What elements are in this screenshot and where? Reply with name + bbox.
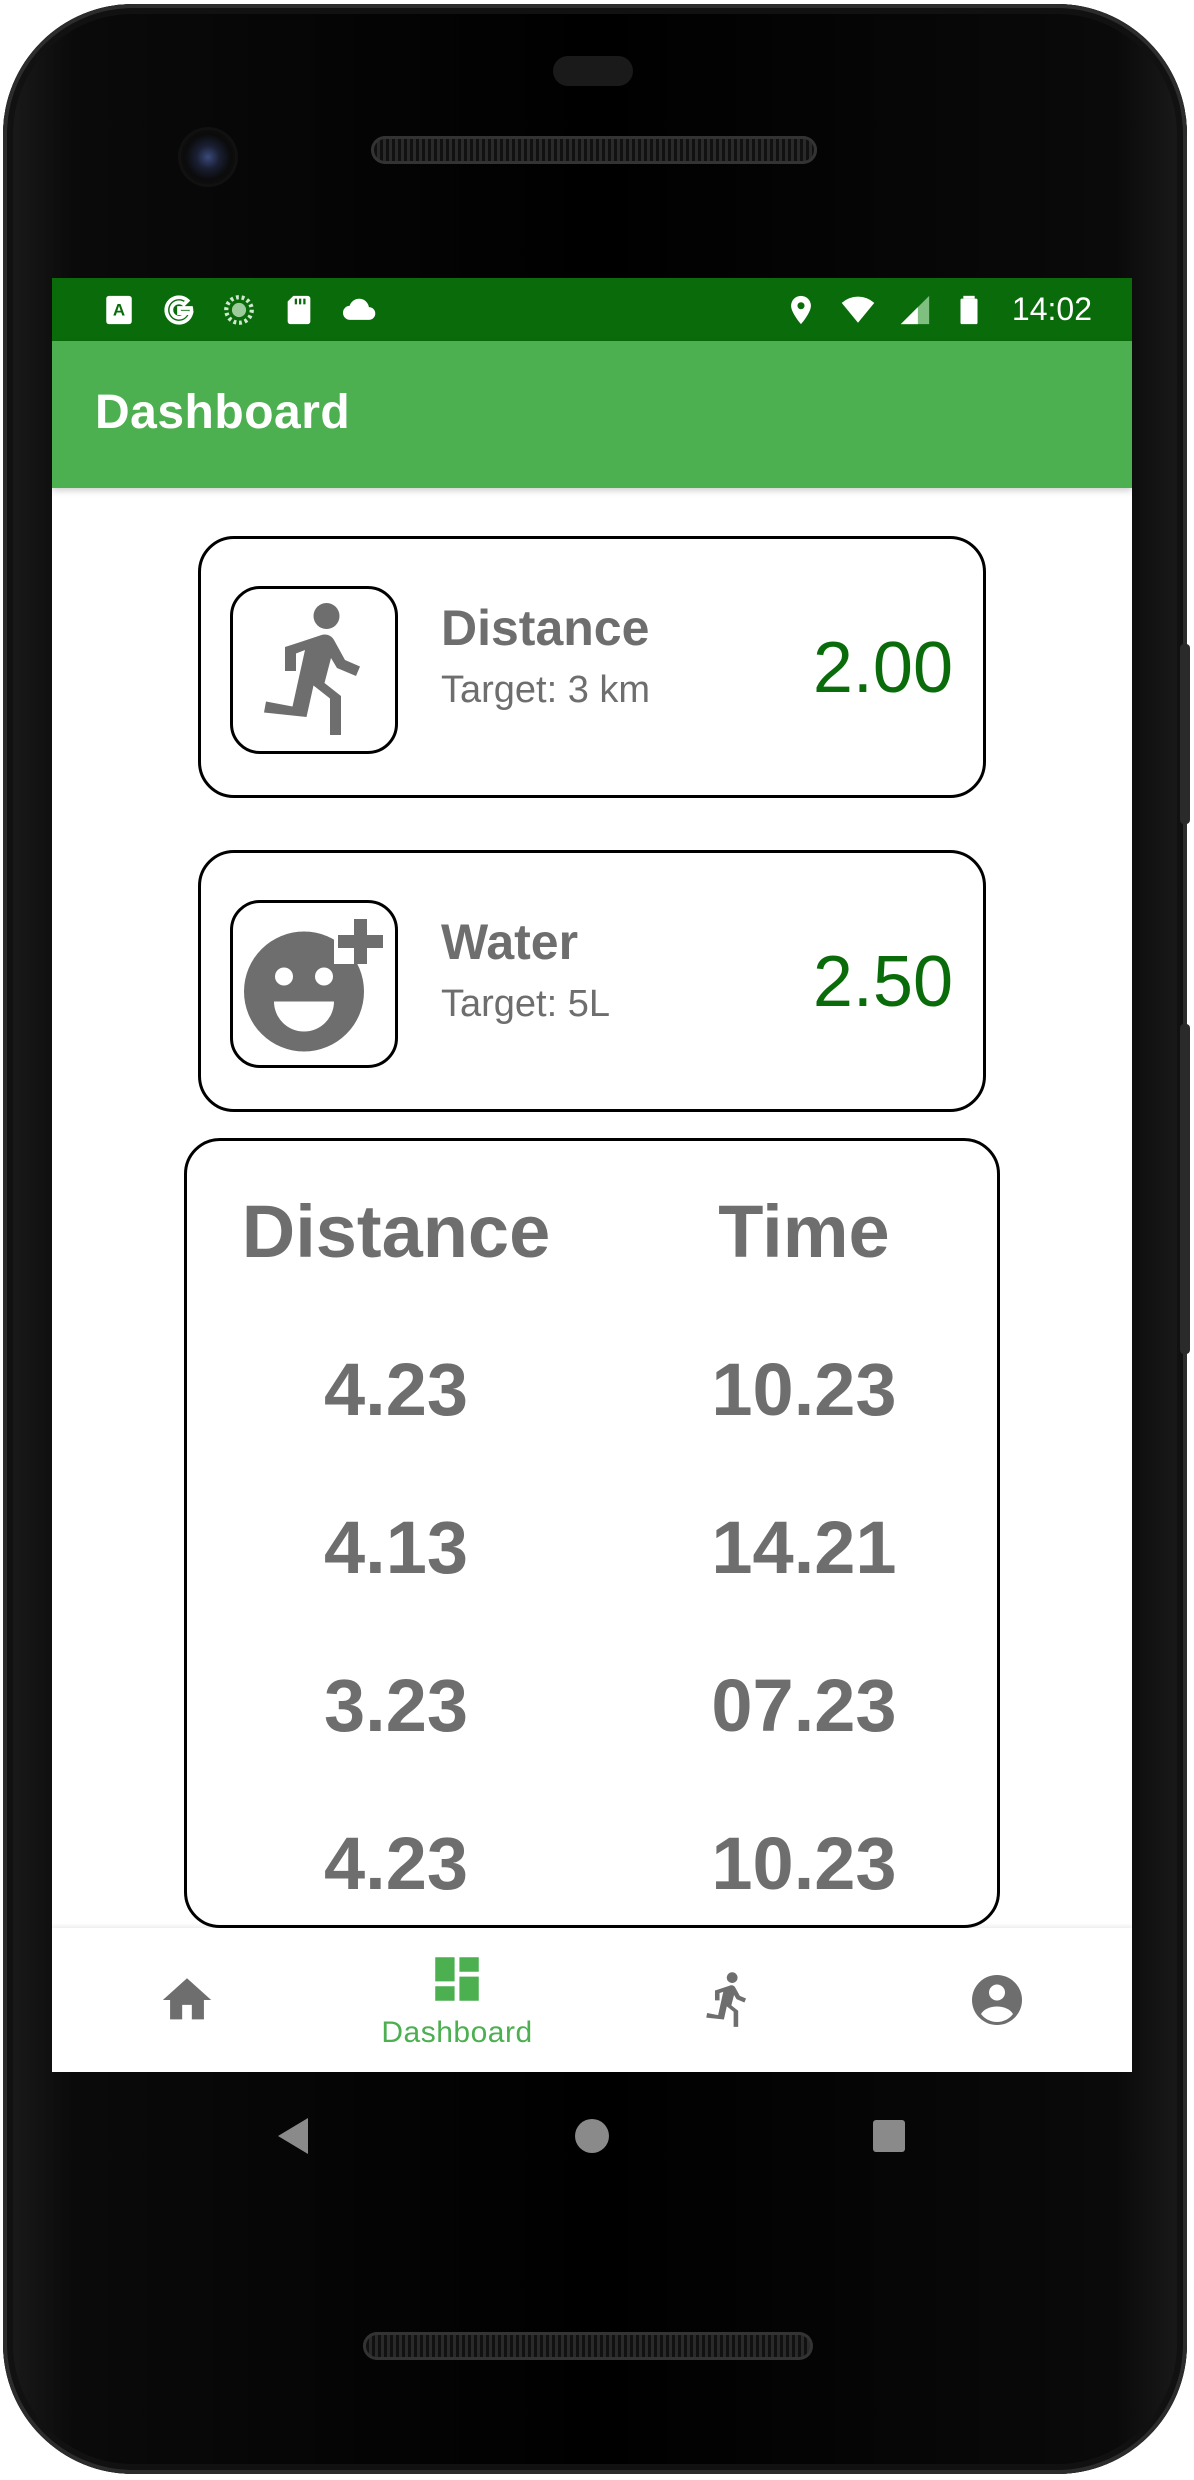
cloud-icon xyxy=(342,298,376,320)
a-icon: A xyxy=(106,295,132,324)
app-bar: Dashboard xyxy=(52,341,1132,488)
table-cell-time: 07.23 xyxy=(711,1664,897,1747)
table-cell-distance: 4.23 xyxy=(323,1348,469,1431)
speaker-grille xyxy=(363,2332,813,2360)
water-title: Water xyxy=(441,914,579,970)
run-icon xyxy=(264,603,360,735)
dashboard-icon xyxy=(435,1957,479,2001)
history-table: Distance Time 4.23 10.23 4.13 14.21 3.23… xyxy=(184,1138,1000,1928)
table-cell-distance: 4.23 xyxy=(323,1822,469,1905)
distance-value: 2.00 xyxy=(812,628,953,708)
table-cell-time: 14.21 xyxy=(711,1506,897,1589)
power-button xyxy=(1180,644,1190,824)
water-value: 2.50 xyxy=(812,942,953,1022)
table-cell-time: 10.23 xyxy=(711,1822,897,1905)
home-button-icon[interactable] xyxy=(574,2118,610,2154)
distance-target: Target: 3 km xyxy=(441,669,651,711)
screen: A 14:02 Dashboard Distance Target: 3 km … xyxy=(52,278,1132,2072)
table-cell-time: 10.23 xyxy=(711,1348,897,1431)
svg-text:A: A xyxy=(113,300,125,319)
table-cell-distance: 3.23 xyxy=(323,1664,469,1747)
location-icon xyxy=(791,295,811,324)
water-card[interactable]: Water Target: 5L 2.50 xyxy=(198,850,986,1112)
sync-icon xyxy=(224,294,254,325)
volume-button xyxy=(1180,1024,1190,1354)
run-icon xyxy=(706,1972,747,2027)
home-icon xyxy=(162,1978,212,2020)
earpiece-grille xyxy=(371,136,817,164)
water-icon-box xyxy=(230,900,398,1068)
google-icon xyxy=(164,294,194,325)
bottom-navigation: Dashboard xyxy=(52,1928,1132,2072)
distance-card[interactable]: Distance Target: 3 km 2.00 xyxy=(198,536,986,798)
nav-dashboard[interactable]: Dashboard xyxy=(322,1928,592,2072)
nav-profile[interactable] xyxy=(862,1928,1132,2072)
account-icon xyxy=(972,1975,1022,2025)
water-target: Target: 5L xyxy=(441,983,610,1025)
signal-icon xyxy=(900,295,930,324)
sd-card-icon xyxy=(287,295,311,324)
system-navigation xyxy=(0,2072,1194,2202)
nav-dashboard-label: Dashboard xyxy=(381,2016,533,2049)
table-cell-distance: 4.13 xyxy=(323,1506,469,1589)
page-title: Dashboard xyxy=(95,386,351,439)
time-column-header: Time xyxy=(718,1190,890,1273)
wifi-icon xyxy=(841,296,875,323)
recents-icon[interactable] xyxy=(873,2120,905,2152)
battery-icon xyxy=(960,295,978,324)
smiley-plus-icon xyxy=(244,914,384,1052)
front-camera xyxy=(181,130,235,184)
nav-activity[interactable] xyxy=(592,1928,862,2072)
nav-home[interactable] xyxy=(52,1928,322,2072)
distance-column-header: Distance xyxy=(241,1190,551,1273)
status-time: 14:02 xyxy=(1011,291,1092,327)
top-sensor xyxy=(553,56,633,86)
status-bar: A 14:02 xyxy=(52,278,1132,341)
back-icon[interactable] xyxy=(276,2116,310,2156)
distance-icon-box xyxy=(230,586,398,754)
distance-title: Distance xyxy=(441,600,650,656)
